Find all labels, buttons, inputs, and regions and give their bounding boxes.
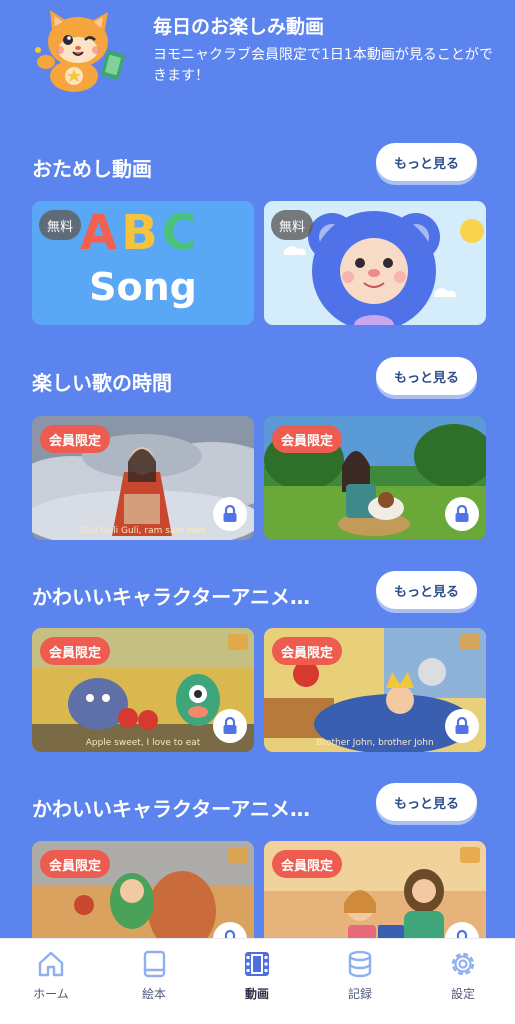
tab-settings[interactable]: 設定 <box>423 949 503 1013</box>
video-card-bear-character[interactable]: 無料 <box>264 201 486 325</box>
lock-icon <box>455 716 469 734</box>
tab-picture-books[interactable]: 絵本 <box>114 949 194 1013</box>
members-only-badge: 会員限定 <box>272 637 343 665</box>
tab-home[interactable]: ホーム <box>11 949 91 1013</box>
section-title: 楽しい歌の時間 <box>32 371 172 395</box>
see-more-button[interactable]: もっと見る <box>376 357 477 395</box>
section-title: かわいいキャラクターアニメ… <box>32 797 310 821</box>
lock-icon <box>455 504 469 522</box>
members-only-badge: 会員限定 <box>40 637 111 665</box>
video-card-brother-john[interactable]: 会員限定 Brother John, brother John <box>264 628 486 752</box>
video-card-girl-with-cat[interactable]: 会員限定 <box>264 416 486 540</box>
header-title: 毎日のお楽しみ動画 <box>153 16 325 38</box>
see-more-button[interactable]: もっと見る <box>376 143 477 181</box>
bottom-tab-bar: ホーム 絵本 動画 記録 設定 <box>0 938 515 1024</box>
gear-icon <box>451 952 475 976</box>
lock-button[interactable] <box>213 709 247 743</box>
song-title-text: Song <box>89 265 197 309</box>
book-icon <box>143 950 166 978</box>
abc-title-text: ABC <box>80 205 201 261</box>
tab-records[interactable]: 記録 <box>320 949 400 1013</box>
members-only-badge: 会員限定 <box>272 850 343 878</box>
video-card-abc-song[interactable]: ABC Song 無料 <box>32 201 254 325</box>
lock-button[interactable] <box>445 709 479 743</box>
members-only-badge: 会員限定 <box>272 425 343 453</box>
section-title: かわいいキャラクターアニメ… <box>32 585 310 609</box>
section-title: おためし動画 <box>32 157 152 181</box>
tab-label: ホーム <box>33 987 69 1001</box>
header: 毎日のお楽しみ動画 ヨモニャクラブ会員限定で1日1本動画が見ることができます！ <box>0 0 515 125</box>
members-only-badge: 会員限定 <box>40 850 111 878</box>
lock-icon <box>223 504 237 522</box>
header-description: ヨモニャクラブ会員限定で1日1本動画が見ることができます！ <box>153 47 493 84</box>
tab-videos[interactable]: 動画 <box>217 949 297 1013</box>
see-more-button[interactable]: もっと見る <box>376 783 477 821</box>
cat-mascot-icon <box>35 10 125 92</box>
lock-button[interactable] <box>445 497 479 531</box>
video-card-apple-sweet[interactable]: 会員限定 Apple sweet, I love to eat <box>32 628 254 752</box>
tab-label: 絵本 <box>141 987 166 1001</box>
see-more-button[interactable]: もっと見る <box>376 571 477 609</box>
free-badge: 無料 <box>271 210 314 240</box>
film-icon <box>245 952 269 976</box>
lock-button[interactable] <box>213 497 247 531</box>
members-only-badge: 会員限定 <box>40 425 111 453</box>
tab-label: 設定 <box>450 987 475 1001</box>
database-icon <box>348 950 372 978</box>
tab-label: 記録 <box>347 987 372 1001</box>
home-icon <box>38 951 64 977</box>
free-badge: 無料 <box>39 210 82 240</box>
app: 毎日のお楽しみ動画 ヨモニャクラブ会員限定で1日1本動画が見ることができます！ … <box>0 0 515 1024</box>
tab-label: 動画 <box>244 987 269 1001</box>
video-card-guli-guli[interactable]: 会員限定 Guli Guli Guli, ram sam sam <box>32 416 254 540</box>
lock-icon <box>223 716 237 734</box>
